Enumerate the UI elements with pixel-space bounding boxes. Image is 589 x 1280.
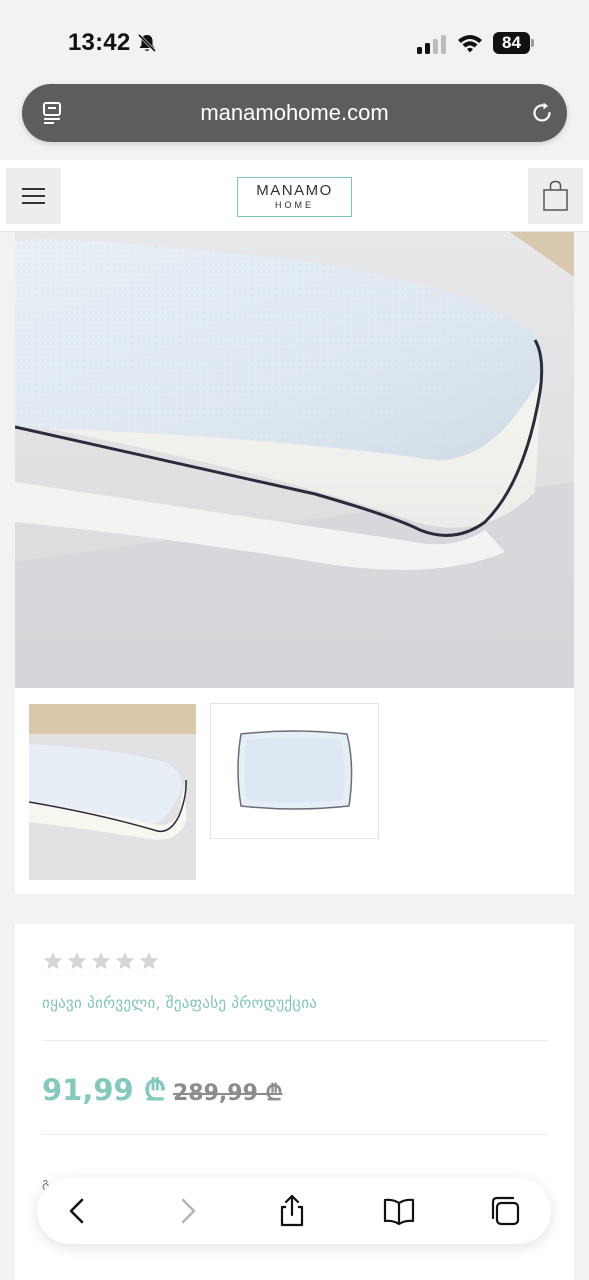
browser-toolbar xyxy=(37,1178,551,1244)
star-icon xyxy=(139,951,159,970)
star-icon xyxy=(43,951,63,970)
address-bar[interactable]: manamohome.com xyxy=(22,84,567,142)
tabs-icon[interactable] xyxy=(488,1194,522,1228)
url-text[interactable]: manamohome.com xyxy=(22,84,567,142)
battery-icon: 84 xyxy=(493,32,530,54)
thumbnail-top-view[interactable] xyxy=(210,703,379,839)
status-time: 13:42 xyxy=(68,29,131,56)
reload-icon[interactable] xyxy=(529,100,555,126)
logo-main: MANAMO xyxy=(256,182,333,199)
back-icon[interactable] xyxy=(61,1194,95,1228)
bookmarks-icon[interactable] xyxy=(382,1194,416,1228)
star-icon xyxy=(115,951,135,970)
menu-button[interactable] xyxy=(6,168,61,224)
shopping-bag-icon xyxy=(543,180,568,211)
forward-icon[interactable] xyxy=(170,1194,204,1228)
divider xyxy=(42,1134,548,1135)
status-bar: 13:42 84 xyxy=(0,0,589,80)
site-logo[interactable]: MANAMO HOME xyxy=(237,177,352,217)
logo-sub: HOME xyxy=(275,200,314,210)
price-old: 289,99 ₾ xyxy=(173,1081,283,1106)
price-current: 91,99 ₾ xyxy=(42,1073,167,1107)
divider xyxy=(42,1040,548,1041)
cart-button[interactable] xyxy=(528,168,583,224)
review-link[interactable]: იყავი პირველი, შეაფასე პროდუქცია xyxy=(42,994,317,1012)
star-icon xyxy=(91,951,111,970)
site-header: MANAMO HOME xyxy=(0,160,589,232)
signal-icon xyxy=(417,35,446,54)
battery-cap xyxy=(531,39,534,47)
reader-icon[interactable] xyxy=(40,100,66,126)
bell-slash-icon xyxy=(137,33,157,53)
rating-stars[interactable] xyxy=(42,950,172,972)
main-product-image[interactable] xyxy=(15,232,574,688)
product-gallery xyxy=(15,232,574,894)
share-icon[interactable] xyxy=(275,1194,309,1228)
wifi-icon xyxy=(458,35,482,53)
thumbnail-side-view[interactable] xyxy=(29,704,196,880)
star-icon xyxy=(67,951,87,970)
